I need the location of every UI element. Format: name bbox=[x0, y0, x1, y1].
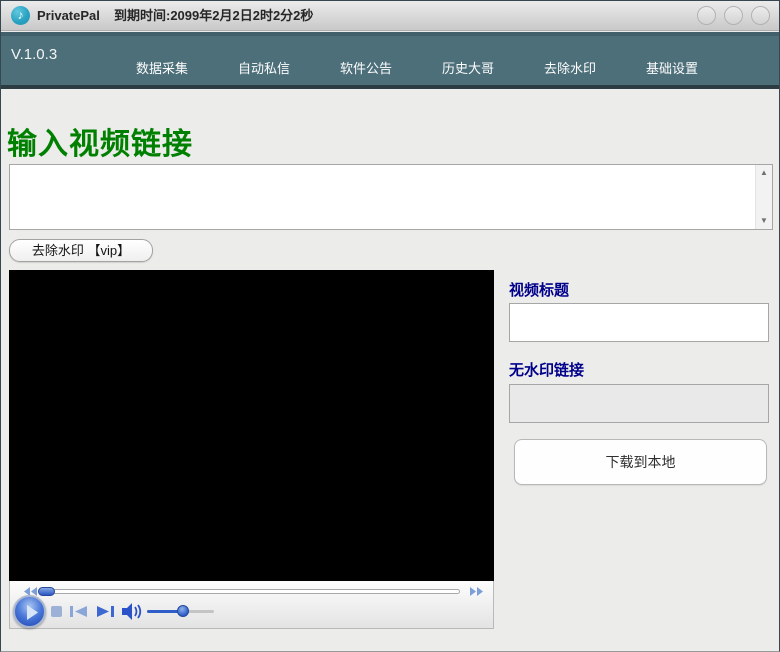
video-player bbox=[9, 270, 494, 629]
volume-slider-thumb[interactable] bbox=[177, 605, 189, 617]
scrollbar[interactable]: ▲ ▼ bbox=[755, 165, 772, 229]
nav-item-remove-watermark[interactable]: 去除水印 bbox=[519, 58, 621, 77]
nav-item-data-collect[interactable]: 数据采集 bbox=[111, 58, 213, 77]
nav-menu: 数据采集 自动私信 软件公告 历史大哥 去除水印 基础设置 bbox=[111, 58, 723, 77]
play-button[interactable] bbox=[13, 595, 46, 628]
app-icon: ♪ bbox=[11, 6, 30, 25]
download-to-local-button[interactable]: 下载到本地 bbox=[514, 439, 767, 485]
close-button[interactable] bbox=[751, 6, 770, 25]
nav-item-history[interactable]: 历史大哥 bbox=[417, 58, 519, 77]
no-watermark-link-label: 无水印链接 bbox=[509, 363, 585, 379]
stop-button[interactable] bbox=[51, 606, 62, 617]
speaker-icon[interactable] bbox=[122, 603, 146, 620]
scroll-down-icon[interactable]: ▼ bbox=[756, 214, 772, 228]
no-watermark-link-input[interactable] bbox=[509, 384, 769, 423]
nav-item-announcement[interactable]: 软件公告 bbox=[315, 58, 417, 77]
video-link-textarea[interactable] bbox=[10, 165, 755, 229]
nav-item-auto-message[interactable]: 自动私信 bbox=[213, 58, 315, 77]
next-track-icon[interactable] bbox=[97, 606, 114, 617]
video-link-input[interactable]: ▲ ▼ bbox=[9, 164, 773, 230]
remove-watermark-vip-button[interactable]: 去除水印 【vip】 bbox=[9, 239, 153, 262]
video-title-label: 视频标题 bbox=[509, 283, 570, 299]
maximize-button[interactable] bbox=[724, 6, 743, 25]
version-label: V.1.0.3 bbox=[11, 46, 58, 63]
video-screen bbox=[9, 270, 494, 581]
fast-forward-icon[interactable] bbox=[470, 587, 483, 596]
previous-track-icon[interactable] bbox=[70, 606, 87, 617]
nav-item-settings[interactable]: 基础设置 bbox=[621, 58, 723, 77]
app-window: ♪ PrivatePal 到期时间:2099年2月2日2时2分2秒 V.1.0.… bbox=[0, 0, 780, 652]
player-controls bbox=[9, 581, 494, 629]
title-bar[interactable]: ♪ PrivatePal 到期时间:2099年2月2日2时2分2秒 bbox=[1, 1, 779, 31]
seek-thumb[interactable] bbox=[38, 587, 55, 596]
app-title: PrivatePal bbox=[37, 8, 100, 23]
video-title-input[interactable] bbox=[509, 303, 769, 342]
nav-bar: V.1.0.3 数据采集 自动私信 软件公告 历史大哥 去除水印 基础设置 bbox=[1, 32, 779, 89]
page-title: 输入视频链接 bbox=[7, 128, 193, 161]
minimize-button[interactable] bbox=[697, 6, 716, 25]
seek-bar[interactable] bbox=[40, 589, 460, 594]
expiry-date-text: 到期时间:2099年2月2日2时2分2秒 bbox=[114, 8, 314, 23]
scroll-up-icon[interactable]: ▲ bbox=[756, 166, 772, 180]
play-icon bbox=[27, 605, 38, 620]
